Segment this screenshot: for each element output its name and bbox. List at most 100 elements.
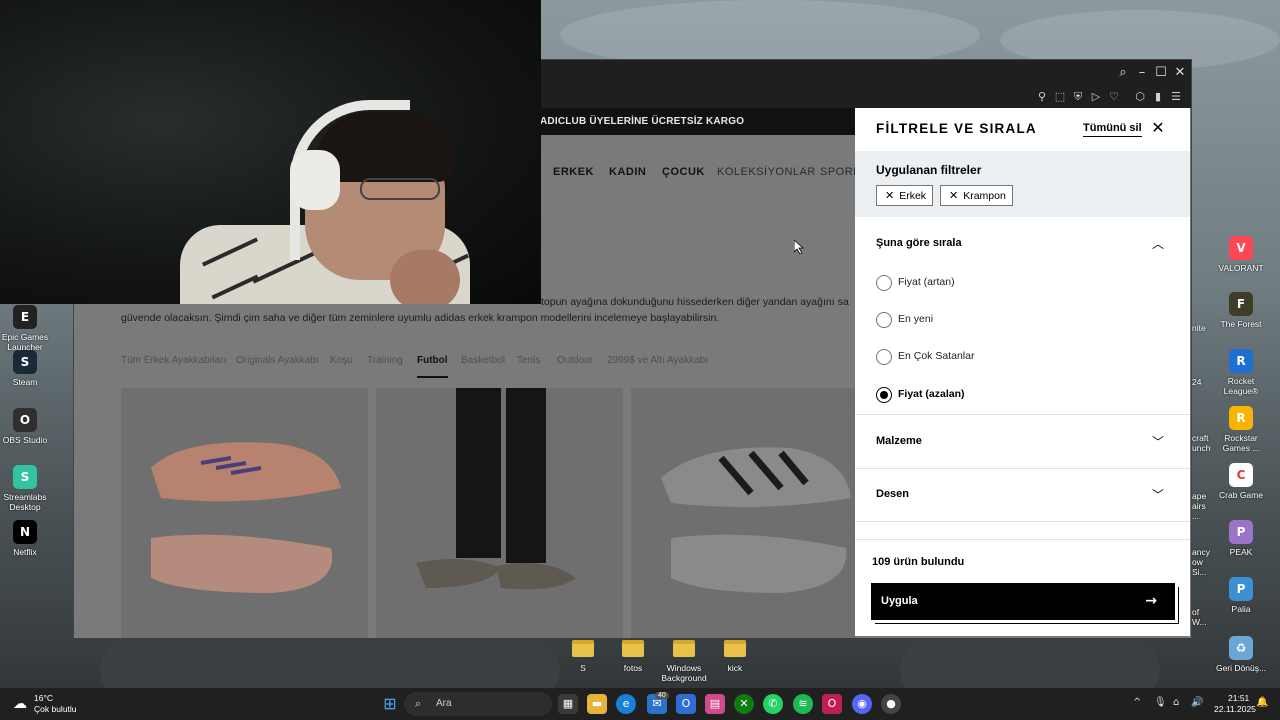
battery-icon[interactable]: ▮: [1150, 89, 1166, 105]
product-card[interactable]: [376, 388, 623, 638]
desktop-shortcut[interactable]: V VALORANT: [1211, 236, 1271, 273]
volume-icon[interactable]: 🔊: [1191, 697, 1203, 708]
play-icon[interactable]: ▷: [1088, 89, 1104, 105]
divider: [855, 414, 1190, 415]
chevron-down-icon[interactable]: ﹀: [1151, 488, 1165, 502]
radio-button[interactable]: [876, 349, 892, 365]
desktop-shortcut[interactable]: E Epic Games Launcher: [0, 305, 55, 352]
shortcut-label: Crab Game: [1219, 490, 1263, 500]
search-icon[interactable]: ⌕: [1114, 64, 1132, 82]
nav-kadin[interactable]: KADIN: [609, 166, 646, 178]
chevron-up-icon[interactable]: ^: [1133, 697, 1141, 708]
minimize-button[interactable]: –: [1133, 64, 1151, 82]
close-icon[interactable]: ✕: [1150, 120, 1166, 136]
xbox-icon[interactable]: ✕: [734, 694, 754, 714]
category-link[interactable]: Basketbol: [461, 355, 505, 366]
discord-icon[interactable]: ◉: [852, 694, 872, 714]
search-placeholder: Ara: [436, 698, 452, 709]
desktop-shortcut[interactable]: C Crab Game: [1211, 463, 1271, 500]
chevron-down-icon[interactable]: ﹀: [1151, 435, 1165, 449]
shield-icon[interactable]: ⛨: [1070, 89, 1086, 105]
app-icon: S: [13, 350, 37, 374]
calculator-icon[interactable]: ▦: [558, 694, 578, 714]
folder-icon: [622, 640, 644, 657]
radio-button-selected[interactable]: [876, 387, 892, 403]
search-input[interactable]: ⌕ Ara: [404, 692, 552, 716]
category-link-active[interactable]: Futbol: [417, 355, 448, 378]
shortcut-label: OBS Studio: [2, 435, 48, 445]
section-desen[interactable]: Desen: [876, 488, 909, 500]
clock-time[interactable]: 21:51: [1228, 693, 1249, 703]
notification-icon[interactable]: 🔔: [1256, 697, 1268, 708]
product-card[interactable]: [121, 388, 368, 638]
category-link[interactable]: Outdoor: [557, 355, 593, 366]
shortcut-label: The Forest: [1220, 319, 1262, 329]
microphone-icon[interactable]: 🎙: [1154, 697, 1167, 708]
heart-icon[interactable]: ♡: [1106, 89, 1122, 105]
filter-chip-erkek[interactable]: ✕ Erkek: [876, 185, 934, 206]
whatsapp-icon[interactable]: ✆: [763, 694, 783, 714]
menu-icon[interactable]: ☰: [1168, 89, 1184, 105]
category-link[interactable]: Tüm Erkek Ayakkabıları: [121, 355, 226, 366]
category-link[interactable]: 2999$ ve Altı Ayakkabı: [607, 355, 708, 366]
edge-icon[interactable]: e: [616, 694, 636, 714]
app-icon: E: [13, 305, 37, 329]
network-icon[interactable]: ⌂: [1173, 697, 1179, 708]
clear-all-link[interactable]: Tümünü sil: [1083, 122, 1142, 137]
desktop-shortcut-partial[interactable]: craft uncher: [1192, 406, 1210, 453]
desktop-shortcut-partial[interactable]: nite: [1192, 296, 1210, 333]
category-link[interactable]: Training: [367, 355, 403, 366]
product-card[interactable]: [631, 388, 857, 638]
extensions-icon[interactable]: ⬡: [1132, 89, 1148, 105]
shortcut-label: VALORANT: [1218, 263, 1264, 273]
store-icon[interactable]: ▤: [705, 694, 725, 714]
desktop-shortcut[interactable]: P PEAK: [1211, 520, 1271, 557]
close-button[interactable]: ✕: [1171, 64, 1189, 82]
obs-icon[interactable]: ●: [881, 694, 901, 714]
screenshot-icon[interactable]: ⬚: [1052, 89, 1068, 105]
chip-label: Krampon: [963, 190, 1006, 202]
filter-chip-krampon[interactable]: ✕ Krampon: [940, 185, 1013, 206]
section-malzeme[interactable]: Malzeme: [876, 435, 922, 447]
desktop-shortcut[interactable]: S Streamlabs Desktop: [0, 465, 55, 512]
weather-temperature[interactable]: 16°C: [34, 693, 53, 703]
desktop-shortcut[interactable]: ♻ Geri Dönüş...: [1211, 636, 1271, 673]
desktop-shortcut[interactable]: P Palia: [1211, 577, 1271, 614]
desktop-shortcut[interactable]: O OBS Studio: [0, 408, 55, 445]
shortcut-label: Geri Dönüş...: [1215, 663, 1267, 673]
apply-button[interactable]: Uygula →: [871, 583, 1175, 620]
clock-date[interactable]: 22.11.2025: [1214, 704, 1256, 714]
nav-cocuk[interactable]: ÇOCUK: [662, 166, 705, 178]
maximize-button[interactable]: ☐: [1152, 64, 1170, 82]
start-icon[interactable]: ⊞: [380, 694, 400, 714]
desktop-shortcut-partial[interactable]: 24: [1192, 350, 1210, 387]
outlook-icon[interactable]: O: [676, 694, 696, 714]
category-link[interactable]: Originals Ayakkabı: [236, 355, 319, 366]
desktop-shortcut-partial[interactable]: of W...: [1192, 580, 1210, 627]
radio-button[interactable]: [876, 312, 892, 328]
desktop-folder[interactable]: kick: [705, 640, 765, 673]
weather-description[interactable]: Çok bulutlu: [34, 704, 77, 714]
nav-koleksiyonlar[interactable]: KOLEKSİYONLAR: [717, 166, 816, 178]
desktop-shortcut[interactable]: R Rocket League®: [1211, 349, 1271, 396]
weather-icon[interactable]: ☁: [10, 694, 30, 714]
sort-section-title[interactable]: Şuna göre sırala: [876, 237, 962, 249]
chevron-up-icon[interactable]: ︿: [1151, 237, 1165, 251]
desktop-shortcut[interactable]: R Rockstar Games ...: [1211, 406, 1271, 453]
nav-erkek[interactable]: ERKEK: [553, 166, 594, 178]
category-link[interactable]: Koşu: [330, 355, 353, 366]
app-icon: P: [1229, 520, 1253, 544]
desktop-shortcut[interactable]: F The Forest: [1211, 292, 1271, 329]
category-link[interactable]: Tenis: [517, 355, 540, 366]
opera-gx-icon[interactable]: O: [822, 694, 842, 714]
radio-button[interactable]: [876, 275, 892, 291]
pin-icon[interactable]: ⚲: [1034, 89, 1050, 105]
desktop-shortcut[interactable]: S Steam: [0, 350, 55, 387]
desktop-shortcut-partial[interactable]: ape airs ...: [1192, 464, 1210, 521]
shortcut-label: nite: [1192, 323, 1206, 333]
file-explorer-icon[interactable]: ▬: [587, 694, 607, 714]
desktop-shortcut[interactable]: N Netflix: [0, 520, 55, 557]
desktop-shortcut-partial[interactable]: ancy's ow Si...: [1192, 520, 1210, 577]
remove-icon: ✕: [885, 189, 895, 202]
spotify-icon[interactable]: ≋: [793, 694, 813, 714]
